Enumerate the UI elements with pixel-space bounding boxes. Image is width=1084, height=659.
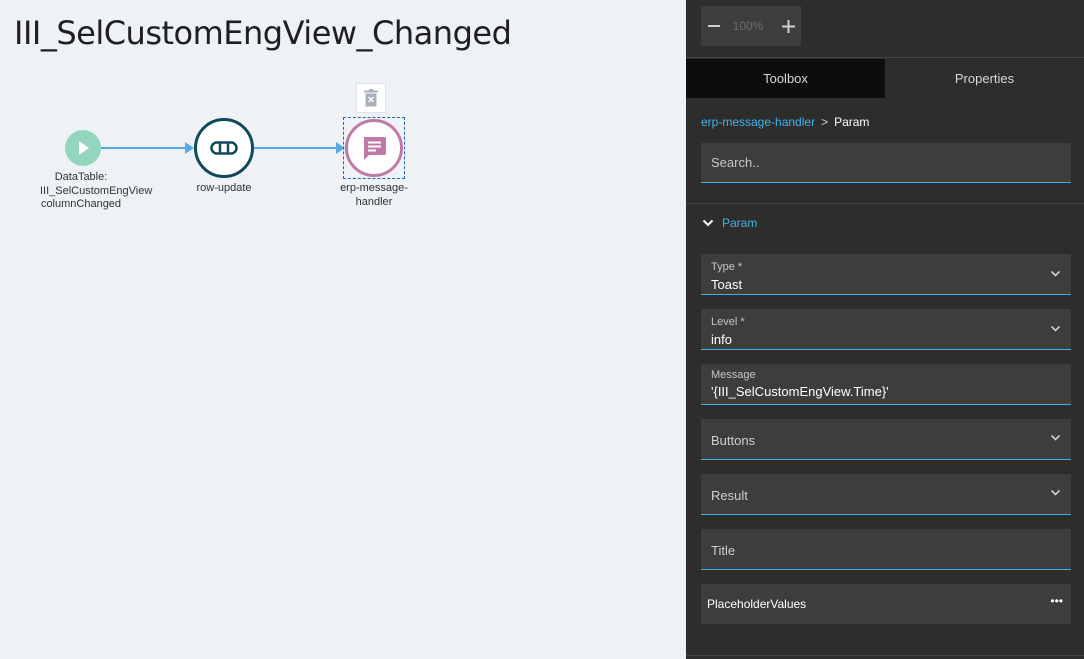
level-label: Level * bbox=[711, 316, 745, 328]
message-handler-node-label: erp-message-handler bbox=[340, 182, 408, 208]
breadcrumb-parent-link[interactable]: erp-message-handler bbox=[701, 115, 815, 129]
play-icon bbox=[79, 141, 89, 155]
properties-panel: 100% Toolbox Properties erp-message-hand… bbox=[686, 0, 1084, 659]
more-options-icon[interactable]: ••• bbox=[1050, 594, 1063, 608]
chevron-down-icon bbox=[1050, 434, 1061, 441]
connector-start-to-update bbox=[101, 142, 194, 154]
placeholder-values-field[interactable]: PlaceholderValues ••• bbox=[701, 584, 1071, 624]
search-input[interactable] bbox=[701, 143, 1071, 183]
zoom-control: 100% bbox=[701, 6, 801, 46]
result-select[interactable]: Result bbox=[701, 474, 1071, 515]
row-update-icon bbox=[210, 141, 238, 155]
row-update-node-label: row-update bbox=[196, 182, 252, 194]
arrow-head bbox=[185, 142, 194, 154]
buttons-select[interactable]: Buttons bbox=[701, 419, 1071, 460]
message-field[interactable]: Message '{III_SelCustomEngView.Time}' bbox=[701, 364, 1071, 405]
buttons-label: Buttons bbox=[711, 433, 756, 448]
type-label: Type * bbox=[711, 261, 743, 273]
start-node[interactable] bbox=[65, 130, 101, 166]
delete-node-button[interactable] bbox=[356, 83, 386, 113]
result-label: Result bbox=[711, 488, 748, 503]
tab-toolbox[interactable]: Toolbox bbox=[686, 59, 885, 98]
placeholder-values-label: PlaceholderValues bbox=[707, 597, 807, 611]
level-select[interactable]: Level * info bbox=[701, 309, 1071, 350]
message-label: Message bbox=[711, 369, 756, 381]
flow-canvas[interactable]: III_SelCustomEngView_Changed DataTable: … bbox=[0, 0, 686, 659]
zoom-level: 100% bbox=[732, 19, 764, 33]
message-icon bbox=[363, 137, 386, 160]
trash-icon bbox=[364, 89, 378, 107]
divider bbox=[686, 57, 1084, 58]
chevron-down-icon bbox=[1050, 325, 1061, 332]
param-section-title: Param bbox=[722, 216, 758, 230]
chevron-down-icon bbox=[1050, 270, 1061, 277]
panel-tabs: Toolbox Properties bbox=[686, 59, 1084, 98]
tab-properties[interactable]: Properties bbox=[885, 59, 1084, 98]
flow-title: III_SelCustomEngView_Changed bbox=[14, 14, 512, 52]
connector-update-to-message bbox=[254, 142, 345, 154]
zoom-out-button[interactable] bbox=[704, 6, 724, 46]
message-handler-node[interactable] bbox=[345, 119, 403, 177]
start-node-label: DataTable: III_SelCustomEngView columnCh… bbox=[40, 171, 153, 210]
type-value: Toast bbox=[711, 277, 743, 292]
plus-icon bbox=[781, 19, 795, 33]
divider bbox=[686, 203, 1084, 204]
title-label: Title bbox=[711, 543, 736, 558]
type-select[interactable]: Type * Toast bbox=[701, 254, 1071, 295]
breadcrumb-separator: > bbox=[821, 115, 829, 129]
zoom-in-button[interactable] bbox=[778, 6, 798, 46]
divider bbox=[686, 655, 1084, 656]
chevron-down-icon bbox=[1050, 489, 1061, 496]
title-field[interactable]: Title bbox=[701, 529, 1071, 570]
message-value: '{III_SelCustomEngView.Time}' bbox=[711, 384, 889, 399]
breadcrumb: erp-message-handler > Param bbox=[701, 115, 869, 129]
level-value: info bbox=[711, 332, 732, 347]
minus-icon bbox=[708, 25, 720, 27]
param-section-toggle[interactable]: Param bbox=[701, 216, 757, 230]
breadcrumb-current: Param bbox=[834, 115, 870, 129]
row-update-node[interactable] bbox=[194, 118, 254, 178]
chevron-down-icon bbox=[702, 219, 714, 227]
